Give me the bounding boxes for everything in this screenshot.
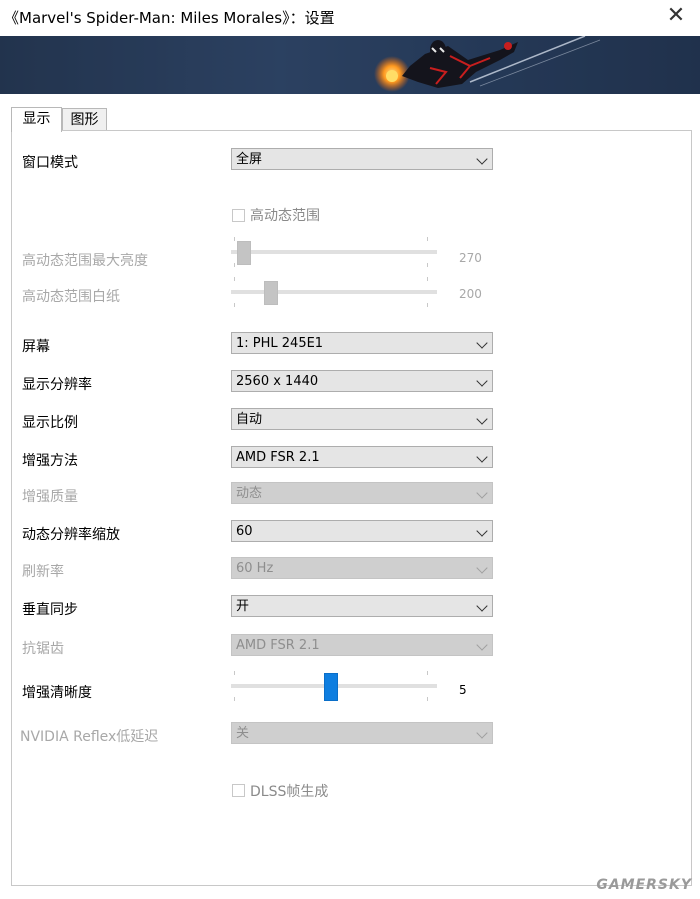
window-title: 《Marvel's Spider-Man: Miles Morales》：设置	[4, 9, 335, 27]
refresh-rate-select[interactable]: 60 Hz	[231, 557, 493, 579]
close-button[interactable]: ✕	[666, 4, 686, 28]
window-mode-select[interactable]: 全屏	[231, 148, 493, 170]
watermark-logo: GAMERSKY	[596, 877, 692, 893]
slider-tick	[427, 671, 428, 675]
chevron-down-icon	[476, 451, 488, 463]
window-mode-row: 窗口模式 全屏	[12, 148, 691, 174]
vsync-value: 开	[236, 599, 250, 614]
aspect-ratio-value: 自动	[236, 412, 263, 427]
sharpness-label: 增强清晰度	[22, 685, 92, 701]
spider-man-artwork	[0, 36, 700, 94]
slider-tick	[234, 277, 235, 281]
refresh-rate-value: 60 Hz	[236, 561, 274, 576]
hdr-max-brightness-slider[interactable]	[231, 237, 437, 267]
resolution-label: 显示分辨率	[22, 377, 92, 393]
resolution-row: 显示分辨率 2560 x 1440	[12, 370, 691, 396]
hdr-max-brightness-value: 270	[459, 251, 482, 265]
reflex-row: NVIDIA Reflex低延迟 关	[12, 722, 691, 748]
anti-aliasing-value: AMD FSR 2.1	[236, 638, 320, 653]
hdr-paper-white-value: 200	[459, 287, 482, 301]
dynamic-res-row: 动态分辨率缩放 60	[12, 520, 691, 546]
window-mode-label: 窗口模式	[22, 155, 78, 171]
anti-aliasing-row: 抗锯齿 AMD FSR 2.1	[12, 634, 691, 660]
upscale-quality-label: 增强质量	[22, 489, 78, 505]
chevron-down-icon	[476, 727, 488, 739]
reflex-select[interactable]: 关	[231, 722, 493, 744]
vsync-label: 垂直同步	[22, 602, 78, 618]
dlss-frame-gen-checkbox[interactable]	[232, 784, 245, 797]
aspect-ratio-label: 显示比例	[22, 415, 78, 431]
tab-graphics[interactable]: 图形	[62, 108, 107, 131]
slider-tick	[427, 263, 428, 267]
upscale-quality-row: 增强质量 动态	[12, 482, 691, 508]
slider-thumb[interactable]	[237, 241, 251, 265]
upscale-quality-select[interactable]: 动态	[231, 482, 493, 504]
dynamic-res-label: 动态分辨率缩放	[22, 527, 120, 543]
slider-tick	[234, 671, 235, 675]
anti-aliasing-label: 抗锯齿	[22, 641, 64, 657]
slider-track	[231, 250, 437, 254]
chevron-down-icon	[476, 639, 488, 651]
slider-tick	[234, 263, 235, 267]
anti-aliasing-select[interactable]: AMD FSR 2.1	[231, 634, 493, 656]
vsync-row: 垂直同步 开	[12, 595, 691, 621]
reflex-label: NVIDIA Reflex低延迟	[20, 729, 159, 745]
dlss-frame-gen-label: DLSS帧生成	[250, 784, 329, 800]
reflex-value: 关	[236, 726, 250, 741]
window-mode-value: 全屏	[236, 152, 263, 167]
screen-row: 屏幕 1: PHL 245E1	[12, 332, 691, 358]
hdr-max-brightness-label: 高动态范围最大亮度	[22, 253, 148, 269]
slider-tick	[234, 303, 235, 307]
resolution-select[interactable]: 2560 x 1440	[231, 370, 493, 392]
chevron-down-icon	[476, 153, 488, 165]
screen-label: 屏幕	[22, 339, 50, 355]
slider-tick	[234, 697, 235, 701]
screen-select[interactable]: 1: PHL 245E1	[231, 332, 493, 354]
slider-tick	[427, 277, 428, 281]
chevron-down-icon	[476, 600, 488, 612]
upscale-method-row: 增强方法 AMD FSR 2.1	[12, 446, 691, 472]
sharpness-value: 5	[459, 683, 467, 697]
slider-thumb[interactable]	[324, 673, 338, 701]
refresh-rate-row: 刷新率 60 Hz	[12, 557, 691, 583]
upscale-method-value: AMD FSR 2.1	[236, 450, 320, 465]
chevron-down-icon	[476, 562, 488, 574]
upscale-method-label: 增强方法	[22, 453, 78, 469]
screen-value: 1: PHL 245E1	[236, 336, 324, 351]
slider-tick	[427, 237, 428, 241]
aspect-ratio-row: 显示比例 自动	[12, 408, 691, 434]
dynamic-res-value: 60	[236, 524, 253, 539]
slider-tick	[427, 303, 428, 307]
hdr-checkbox[interactable]	[232, 209, 245, 222]
upscale-quality-value: 动态	[236, 486, 263, 501]
hdr-checkbox-label: 高动态范围	[250, 208, 320, 224]
hdr-paper-white-slider[interactable]	[231, 277, 437, 307]
chevron-down-icon	[476, 487, 488, 499]
sharpness-slider[interactable]	[231, 671, 437, 701]
slider-thumb[interactable]	[264, 281, 278, 305]
tab-display[interactable]: 显示	[11, 107, 62, 132]
resolution-value: 2560 x 1440	[236, 374, 319, 389]
slider-tick	[234, 237, 235, 241]
title-bar: 《Marvel's Spider-Man: Miles Morales》：设置 …	[0, 0, 700, 36]
refresh-rate-label: 刷新率	[22, 564, 64, 580]
upscale-method-select[interactable]: AMD FSR 2.1	[231, 446, 493, 468]
slider-track	[231, 290, 437, 294]
banner-image	[0, 36, 700, 94]
chevron-down-icon	[476, 375, 488, 387]
slider-tick	[427, 697, 428, 701]
dynamic-res-select[interactable]: 60	[231, 520, 493, 542]
vsync-select[interactable]: 开	[231, 595, 493, 617]
settings-panel: 窗口模式 全屏 高动态范围 高动态范围最大亮度 270 高动态范围白纸 200 …	[11, 130, 692, 886]
chevron-down-icon	[476, 337, 488, 349]
chevron-down-icon	[476, 525, 488, 537]
hdr-paper-white-label: 高动态范围白纸	[22, 289, 120, 305]
chevron-down-icon	[476, 413, 488, 425]
aspect-ratio-select[interactable]: 自动	[231, 408, 493, 430]
